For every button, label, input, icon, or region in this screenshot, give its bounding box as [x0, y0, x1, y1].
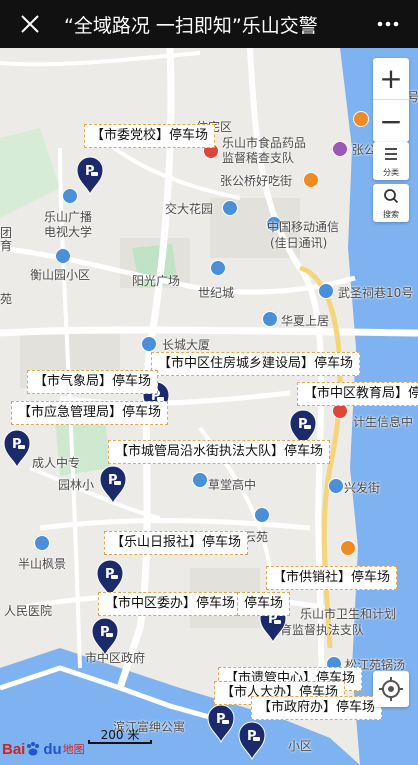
zoom-out-button[interactable]: −: [373, 100, 409, 142]
poi-label: 衡山园小区: [30, 268, 91, 282]
svg-text:P: P: [298, 417, 308, 432]
poi-label: 武圣祠巷10号: [338, 286, 414, 300]
logo-map-text: 地图: [62, 743, 85, 756]
zoom-in-button[interactable]: +: [373, 58, 409, 100]
poi-label: 园林小: [58, 478, 95, 492]
poi-label: 计生信息中: [353, 415, 414, 429]
parking-marker-icon[interactable]: P: [90, 616, 120, 656]
map-scale: 200 米: [88, 727, 152, 744]
page-title: “全域路况 一扫即知”乐山交警: [64, 15, 318, 37]
svg-text:P: P: [85, 164, 95, 179]
locate-button[interactable]: [373, 671, 409, 707]
parking-tag-emergency-bureau[interactable]: 【市应急管理局】停车场: [11, 401, 169, 425]
parking-tag-supply-coop[interactable]: 【市供销社】停车场: [266, 566, 398, 590]
svg-text:P: P: [216, 712, 226, 727]
parking-tag-city-party-school[interactable]: 【市委党校】停车场: [84, 124, 216, 148]
poi-marker-icon: [254, 507, 270, 523]
paw-icon: [27, 742, 40, 756]
parking-marker-icon[interactable]: P: [206, 703, 236, 743]
close-icon[interactable]: [18, 12, 42, 36]
parking-marker-icon[interactable]: P: [75, 155, 105, 195]
poi-label: 张公桥好吃街: [220, 174, 293, 188]
scale-bar: [88, 740, 152, 744]
category-label: 分类: [383, 168, 399, 177]
logo-bai: Bai: [2, 740, 26, 758]
poi-marker-icon: [141, 336, 157, 352]
poi-label: 电视大学: [44, 225, 93, 239]
search-icon: [384, 189, 399, 204]
svg-text:P: P: [100, 625, 110, 640]
poi-label: 交大花园: [165, 202, 214, 216]
category-button[interactable]: 分类: [373, 142, 409, 180]
poi-label: 华夏上居: [281, 314, 330, 328]
poi-marker-icon: [55, 248, 71, 264]
parking-tag-education-bureau[interactable]: 【市中区教育局】停车场: [297, 382, 418, 406]
poi-label: 苑: [0, 292, 13, 306]
poi-label: 长城大厦: [162, 338, 211, 352]
parking-tag-generic[interactable]: 停车场: [237, 592, 291, 616]
parking-marker-icon[interactable]: P: [98, 464, 128, 504]
list-icon: [385, 148, 397, 160]
svg-text:P: P: [108, 473, 118, 488]
poi-marker-icon: [262, 311, 278, 327]
poi-label: 成人中专: [32, 456, 81, 470]
locate-icon: [379, 677, 403, 701]
parking-tag-weather-bureau[interactable]: 【市气象局】停车场: [27, 370, 159, 394]
map-canvas[interactable]: 住宅区 乐山市食品药品 监督稽查支队 张公桥好吃街 张公 交大花园 中国移动通信…: [0, 48, 418, 765]
poi-label: 半山枫景: [18, 557, 67, 571]
baidu-map-logo: Bai du 地图: [2, 738, 85, 760]
poi-marker-icon: [318, 283, 334, 299]
poi-marker-icon: [34, 535, 50, 551]
poi-label: 中国移动通信: [267, 220, 340, 234]
poi-marker-icon: [222, 200, 238, 216]
poi-label: 小区: [288, 739, 313, 753]
parking-marker-icon[interactable]: P: [237, 720, 267, 760]
logo-du: du: [43, 740, 62, 758]
poi-label: 监督稽查支队: [222, 151, 295, 165]
parking-tag-leshan-daily[interactable]: 【乐山日报社】停车场: [104, 531, 249, 555]
parking-tag-government-office[interactable]: 【市政府办】停车场: [251, 696, 383, 720]
poi-label: 阳光广场: [132, 274, 181, 288]
poi-label: 兴发街: [344, 481, 381, 495]
svg-text:P: P: [105, 567, 115, 582]
parking-tag-urban-management[interactable]: 【市城管局沿水街执法大队】停车场: [108, 440, 331, 464]
svg-text:P: P: [247, 729, 257, 744]
search-button[interactable]: 搜索: [373, 184, 409, 222]
zoom-control: + −: [373, 58, 409, 142]
parking-tag-district-committee[interactable]: 【市中区委办】停车场: [98, 592, 243, 616]
title-bar: “全域路况 一扫即知”乐山交警: [0, 0, 418, 48]
poi-marker-icon: [328, 478, 344, 494]
poi-label: (佳日通讯): [270, 236, 328, 250]
poi-label: 世纪城: [198, 286, 235, 300]
poi-label: 人民医院: [4, 604, 53, 618]
parking-marker-icon[interactable]: P: [2, 428, 32, 468]
more-icon[interactable]: [376, 14, 400, 34]
poi-label: 育: [0, 239, 13, 253]
svg-text:P: P: [12, 437, 22, 452]
poi-marker-icon: [353, 111, 369, 127]
poi-marker-icon: [192, 472, 208, 488]
poi-marker-icon: [303, 172, 319, 188]
poi-label: 乐山市卫生和计划: [300, 607, 397, 621]
parking-tag-housing-bureau[interactable]: 【市中区住房城乡建设局】停车场: [151, 352, 361, 376]
poi-marker-icon: [210, 260, 226, 276]
poi-marker-icon: [340, 540, 356, 556]
search-label: 搜索: [383, 210, 399, 219]
poi-label: 草堂高中: [208, 478, 257, 492]
poi-marker-icon: [332, 141, 348, 157]
